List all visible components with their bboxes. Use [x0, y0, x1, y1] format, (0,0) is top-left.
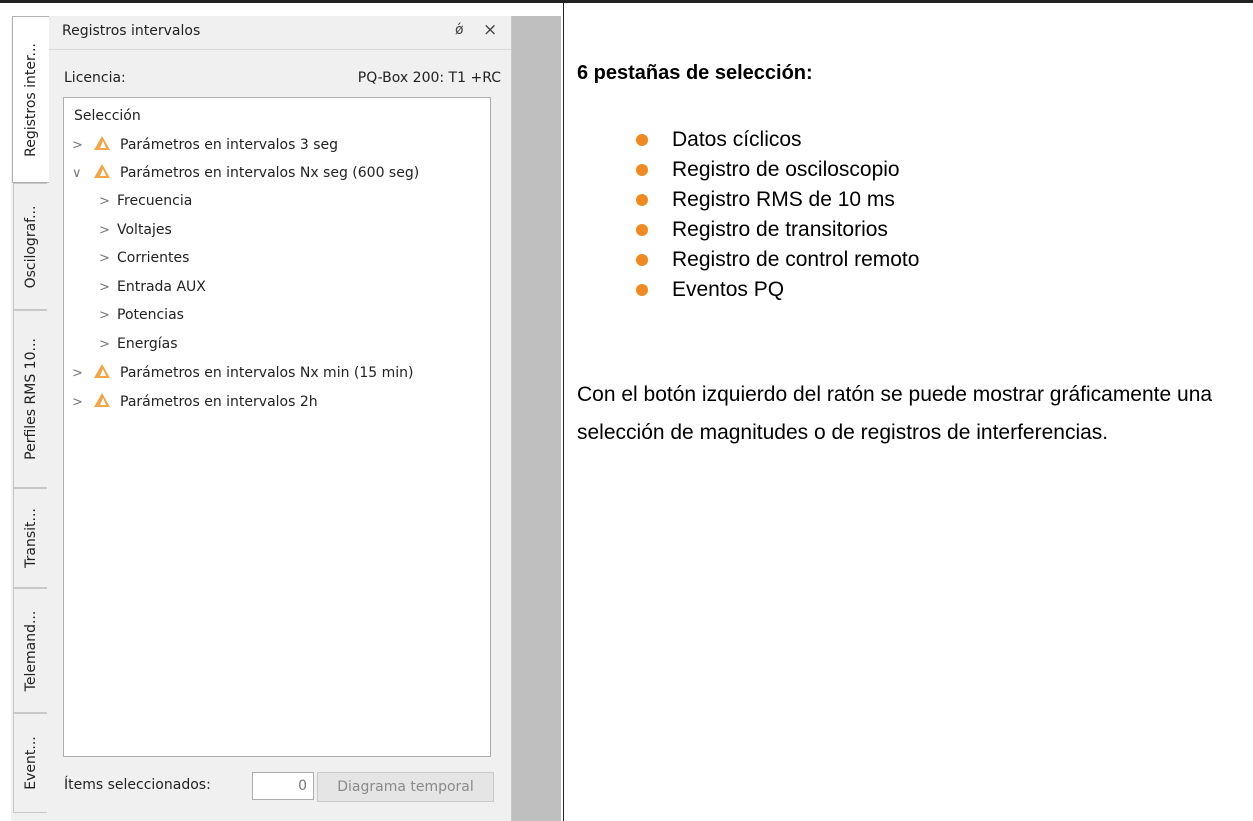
list-item: Registro de transitorios: [636, 215, 919, 245]
diagram-timeline-button[interactable]: Diagrama temporal: [317, 772, 494, 802]
tree-node-nxseg[interactable]: ∨ Parámetros en intervalos Nx seg (600 se…: [72, 164, 419, 184]
tree-node-voltajes[interactable]: > Voltajes: [99, 222, 172, 242]
chevron-right-icon[interactable]: >: [72, 395, 90, 410]
tab-transitorios[interactable]: Transit...: [13, 488, 47, 588]
tree-node-nxmin[interactable]: > Parámetros en intervalos Nx min (15 min…: [72, 364, 414, 384]
close-icon[interactable]: ×: [483, 20, 497, 40]
tab-perfiles-rms[interactable]: Perfiles RMS 10...: [13, 310, 47, 488]
pq-triangle-icon: [94, 364, 110, 378]
list-item: Eventos PQ: [636, 275, 919, 305]
tree-node-entrada-aux[interactable]: > Entrada AUX: [99, 279, 206, 299]
tree-node-2h[interactable]: > Parámetros en intervalos 2h: [72, 393, 318, 413]
tab-registros-intervalos[interactable]: Registros inter...: [12, 16, 49, 183]
chevron-right-icon[interactable]: >: [99, 280, 117, 295]
bullet-dot-icon: [636, 134, 648, 146]
bullet-dot-icon: [636, 284, 648, 296]
license-label: Licencia:: [64, 70, 126, 86]
list-item: Datos cíclicos: [636, 125, 919, 155]
list-item: Registro RMS de 10 ms: [636, 185, 919, 215]
vertical-tab-strip: Registros inter... Oscilograf... Perfile…: [11, 16, 50, 821]
pq-triangle-icon: [94, 136, 110, 150]
tree-node-corrientes[interactable]: > Corrientes: [99, 250, 189, 270]
tab-telemando[interactable]: Telemand...: [13, 588, 47, 713]
tree-node-3seg[interactable]: > Parámetros en intervalos 3 seg: [72, 136, 338, 156]
doc-paragraph: Con el botón izquierdo del ratón se pued…: [577, 383, 1213, 444]
chevron-right-icon[interactable]: >: [99, 337, 117, 352]
pq-triangle-icon: [94, 164, 110, 178]
pane-header: Registros intervalos ǿ ×: [49, 16, 511, 50]
float-window-icon[interactable]: ǿ: [455, 22, 464, 38]
bullet-dot-icon: [636, 194, 648, 206]
top-rule: [0, 0, 1253, 3]
pane-title: Registros intervalos: [62, 23, 201, 39]
selection-tree: Selección > Parámetros en intervalos 3 se…: [63, 97, 491, 757]
list-item: Registro de control remoto: [636, 245, 919, 275]
selected-items-count: 0: [252, 772, 314, 800]
tree-node-energias[interactable]: > Energías: [99, 336, 178, 356]
bullet-dot-icon: [636, 224, 648, 236]
tab-eventos[interactable]: Event...: [13, 713, 47, 813]
selected-items-label: Ítems seleccionados:: [64, 777, 211, 793]
chevron-right-icon[interactable]: >: [99, 194, 117, 209]
doc-heading: 6 pestañas de selección:: [577, 62, 813, 84]
registros-pane: Registros intervalos ǿ × Licencia: PQ-Bo…: [49, 16, 512, 821]
tab-oscilografia[interactable]: Oscilograf...: [13, 183, 47, 310]
app-screenshot: Registros inter... Oscilograf... Perfile…: [11, 16, 561, 821]
chevron-right-icon[interactable]: >: [99, 308, 117, 323]
column-divider: [563, 3, 564, 821]
license-value: PQ-Box 200: T1 +RC: [357, 70, 501, 86]
chevron-right-icon[interactable]: >: [99, 251, 117, 266]
list-item: Registro de osciloscopio: [636, 155, 919, 185]
chevron-right-icon[interactable]: >: [72, 138, 90, 153]
tree-node-potencias[interactable]: > Potencias: [99, 307, 184, 327]
chevron-right-icon[interactable]: >: [99, 223, 117, 238]
chevron-right-icon[interactable]: >: [72, 366, 90, 381]
bullet-dot-icon: [636, 164, 648, 176]
pq-triangle-icon: [94, 393, 110, 407]
tree-root-label: Selección: [74, 108, 141, 124]
tab-list: Datos cíclicos Registro de osciloscopio …: [636, 125, 919, 305]
tree-node-frecuencia[interactable]: > Frecuencia: [99, 193, 192, 213]
chevron-down-icon[interactable]: ∨: [72, 166, 90, 181]
bullet-dot-icon: [636, 254, 648, 266]
